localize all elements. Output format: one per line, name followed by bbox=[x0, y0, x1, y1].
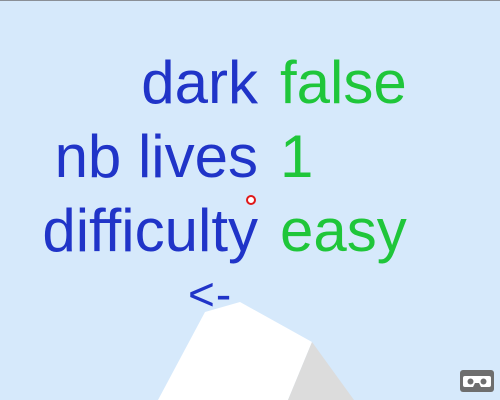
setting-value-difficulty[interactable]: easy bbox=[280, 196, 407, 266]
vr-goggles-icon[interactable] bbox=[460, 370, 494, 392]
setting-row-difficulty[interactable]: difficulty easy bbox=[0, 196, 500, 266]
setting-row-lives[interactable]: nb lives 1 bbox=[0, 122, 500, 192]
setting-label-dark: dark bbox=[141, 49, 258, 116]
setting-value-lives[interactable]: 1 bbox=[280, 122, 313, 192]
setting-label-lives: nb lives bbox=[54, 123, 258, 190]
back-button[interactable]: <- bbox=[188, 266, 232, 322]
white-block-shape bbox=[158, 302, 312, 400]
setting-row-dark[interactable]: dark false bbox=[0, 48, 500, 118]
setting-label-difficulty: difficulty bbox=[42, 197, 258, 264]
gaze-cursor-icon bbox=[246, 195, 256, 205]
setting-value-dark[interactable]: false bbox=[280, 48, 407, 118]
